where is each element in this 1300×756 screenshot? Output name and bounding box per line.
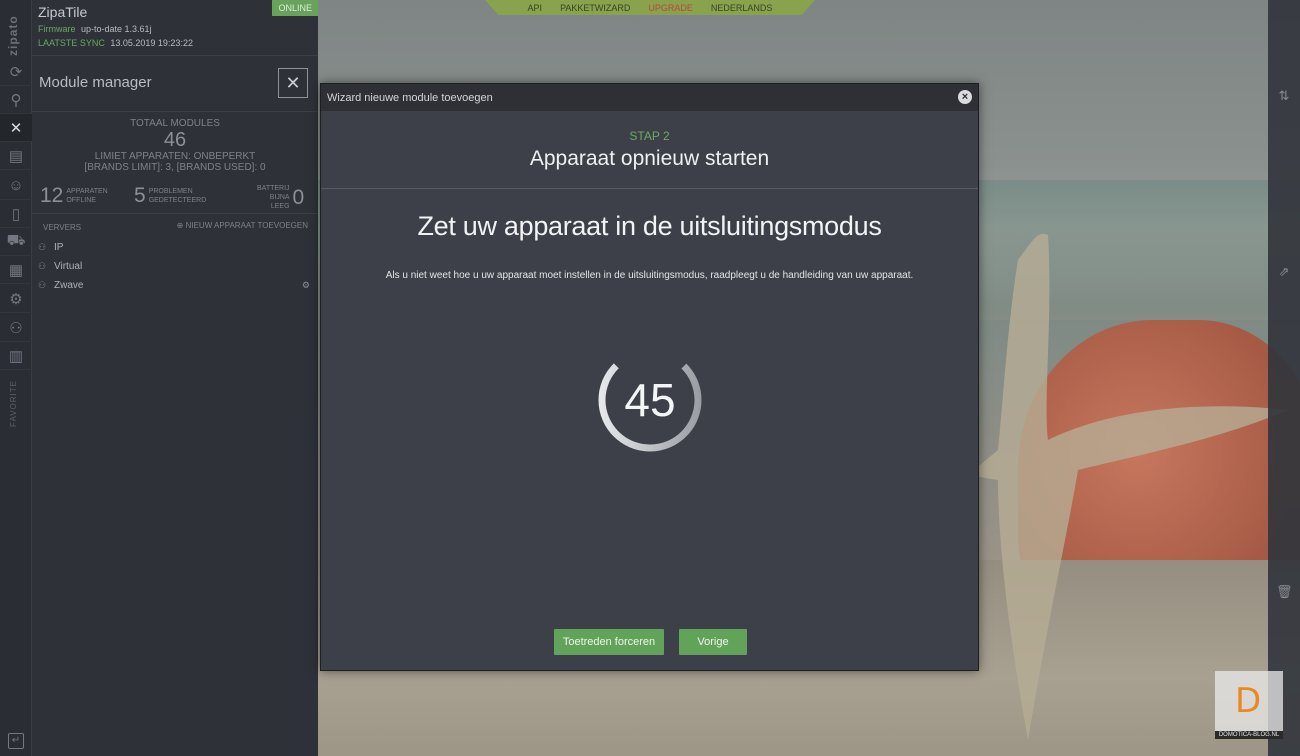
- vehicle-icon[interactable]: ⛟: [0, 228, 32, 256]
- force-join-button[interactable]: Toetreden forceren: [554, 629, 664, 655]
- previous-button[interactable]: Vorige: [679, 629, 747, 655]
- problems-stat[interactable]: 5 PROBLEMEN GEDETECTEERD: [134, 184, 206, 208]
- stats-block: TOTAAL MODULES 46 LIMIET APPARATEN: ONBE…: [32, 112, 318, 214]
- tree-icon: ⚇: [38, 280, 47, 290]
- status-badge: ONLINE: [272, 0, 318, 16]
- problems-label: PROBLEMEN GEDETECTEERD: [148, 188, 207, 204]
- step-label: STAP 2: [629, 129, 670, 143]
- external-link-icon[interactable]: ⇗: [1276, 264, 1292, 280]
- devices-icon[interactable]: ▯: [0, 200, 32, 228]
- battery-stat[interactable]: BATTERIJ BIJNA LEEG 0: [254, 184, 304, 211]
- network-icon[interactable]: ⚇: [0, 314, 32, 342]
- stats-row: 12 APPARATEN OFFLINE 5 PROBLEMEN GEDETECTE…: [32, 184, 318, 212]
- total-modules-label: TOTAAL MODULES: [130, 118, 220, 129]
- modal-title: Wizard nieuwe module toevoegen: [327, 91, 493, 104]
- nav-api[interactable]: API: [528, 3, 543, 13]
- panel-toolbar: VERVERS ⊕ NIEUW APPARAAT TOEVOEGEN: [32, 214, 318, 238]
- problems-count: 5: [134, 184, 146, 207]
- tree-icon: ⚇: [38, 242, 47, 252]
- nav-language[interactable]: NEDERLANDS: [711, 3, 773, 13]
- trash-icon[interactable]: 🗑: [1276, 584, 1293, 600]
- firmware-key: Firmware: [38, 24, 76, 34]
- battery-count: 0: [292, 185, 305, 209]
- step-title: Apparaat opnieuw starten: [529, 147, 770, 170]
- scenes-icon[interactable]: ▤: [0, 142, 32, 170]
- battery-label: BATTERIJ BIJNA LEEG: [257, 185, 290, 210]
- tree-item-zwave[interactable]: ⚇ Zwave ⚙: [32, 276, 318, 295]
- icon-sidebar: zipato ⟳ ⚲ ✕ ▤ ☺ ▯ ⛟ ▦ ⚙ ⚇ ▥ FAVORITE ↵: [0, 0, 32, 756]
- module-manager-icon[interactable]: ✕: [0, 114, 32, 142]
- gear-icon[interactable]: ⚙: [302, 280, 310, 291]
- module-manager-panel: ZipaTile ONLINE Firmware up-to-date 1.3.…: [32, 0, 318, 756]
- firmware-line: Firmware up-to-date 1.3.61j: [38, 24, 312, 34]
- logout-icon[interactable]: ↵: [8, 733, 24, 749]
- wizard-modal: Wizard nieuwe module toevoegen × STAP 2 …: [320, 83, 979, 671]
- tree-icon: ⚇: [38, 261, 47, 271]
- sync-value: 13.05.2019 19:23:22: [110, 38, 193, 48]
- search-icon[interactable]: ⚲: [0, 86, 32, 114]
- brand-logo: zipato: [6, 15, 20, 56]
- tree-item-virtual[interactable]: ⚇ Virtual: [32, 257, 318, 276]
- countdown-value: 45: [624, 374, 676, 426]
- tree-item-label: IP: [54, 242, 64, 253]
- sync-line: LAATSTE SYNC 13.05.2019 19:23:22: [38, 38, 312, 48]
- tree-item-label: Virtual: [54, 261, 83, 272]
- watermark-letter: D: [1235, 681, 1262, 721]
- device-limit-label: LIMIET APPARATEN: ONBEPERKT: [94, 151, 256, 162]
- nav-upgrade[interactable]: UPGRADE: [648, 3, 693, 13]
- offline-count: 12: [40, 184, 64, 207]
- add-device-button[interactable]: ⊕ NIEUW APPARAAT TOEVOEGEN: [177, 221, 308, 230]
- tools-icon[interactable]: ✕: [278, 68, 308, 98]
- offline-label: APPARATEN OFFLINE: [66, 188, 108, 204]
- watermark-text: DOMOTICA-BLOG.NL: [1215, 731, 1283, 739]
- users-icon[interactable]: ☺: [0, 172, 32, 200]
- total-modules-value: 46: [163, 129, 187, 151]
- instruction-text: Als u niet weet hoe u uw apparaat moet i…: [385, 270, 914, 281]
- divider: [321, 188, 978, 189]
- modal-header: Wizard nieuwe module toevoegen ×: [321, 84, 978, 111]
- brands-label: [BRANDS LIMIT]: 3, [BRANDS USED]: 0: [84, 162, 266, 173]
- settings-icon[interactable]: ⚙: [0, 285, 32, 313]
- device-header: ZipaTile ONLINE Firmware up-to-date 1.3.…: [32, 0, 318, 56]
- clipboard-icon[interactable]: ▥: [0, 342, 32, 370]
- offline-stat[interactable]: 12 APPARATEN OFFLINE: [40, 184, 108, 208]
- countdown-timer: 45: [596, 346, 704, 454]
- module-manager-header: Module manager ✕: [32, 56, 318, 112]
- refresh-button[interactable]: VERVERS: [43, 223, 81, 232]
- right-sidebar: ⇅ ⇗ 🗑: [1268, 0, 1300, 756]
- favorites-label[interactable]: FAVORITE: [9, 380, 18, 427]
- instruction-heading: Zet uw apparaat in de uitsluitingsmodus: [417, 211, 882, 241]
- nav-wizard[interactable]: PAKKETWIZARD: [560, 3, 630, 13]
- tree-item-ip[interactable]: ⚇ IP: [32, 238, 318, 257]
- tree-item-label: Zwave: [54, 280, 84, 291]
- close-icon[interactable]: ×: [958, 90, 972, 104]
- refresh-icon[interactable]: ⟳: [0, 58, 32, 86]
- device-name: ZipaTile: [38, 4, 88, 20]
- calendar-icon[interactable]: ▦: [0, 256, 32, 284]
- top-nav: API PAKKETWIZARD UPGRADE NEDERLANDS: [485, 0, 815, 15]
- module-tree: ⚇ IP ⚇ Virtual ⚇ Zwave ⚙: [32, 238, 318, 295]
- firmware-value: up-to-date 1.3.61j: [81, 24, 152, 34]
- page-title: Module manager: [39, 74, 152, 91]
- watermark-logo: D DOMOTICA-BLOG.NL: [1215, 671, 1283, 739]
- sync-key: LAATSTE SYNC: [38, 38, 105, 48]
- sort-icon[interactable]: ⇅: [1276, 88, 1292, 104]
